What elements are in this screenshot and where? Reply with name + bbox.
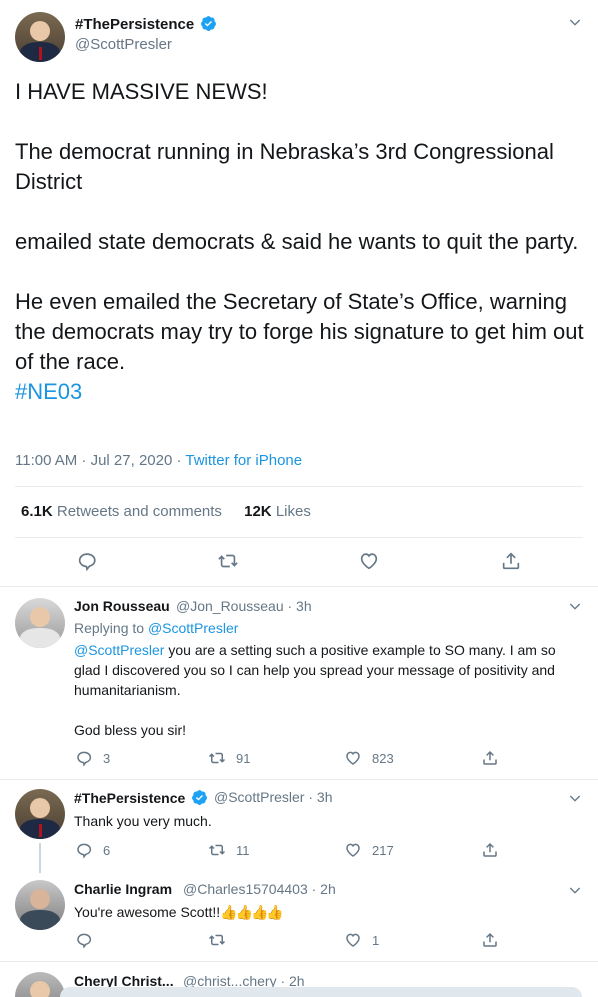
tweet-paragraph: The democrat running in Nebraska’s 3rd C…	[15, 139, 554, 194]
verified-icon	[192, 790, 208, 805]
reply-text: @ScottPresler you are a setting such a p…	[74, 642, 556, 698]
tweet-paragraph: He even emailed the Secretary of State’s…	[15, 289, 584, 374]
avatar[interactable]	[15, 880, 65, 930]
retweet-button[interactable]	[217, 550, 239, 572]
author-handle[interactable]: @ScottPresler	[75, 36, 172, 53]
share-button[interactable]	[481, 931, 499, 949]
chevron-down-icon[interactable]	[567, 882, 583, 898]
reply-icon	[77, 933, 92, 949]
retweet-button[interactable]	[208, 931, 236, 949]
avatar[interactable]	[15, 789, 65, 839]
chevron-down-icon[interactable]	[567, 790, 583, 806]
retweet-icon	[208, 934, 226, 946]
likes-stat[interactable]: 12K Likes	[244, 503, 311, 520]
reply-author-name[interactable]: Jon Rousseau	[74, 598, 170, 614]
retweets-stat[interactable]: 6.1K Retweets and comments	[21, 503, 222, 520]
divider	[0, 961, 598, 962]
tweet-meta: 11:00 AM · Jul 27, 2020 · Twitter for iP…	[15, 452, 302, 469]
like-button[interactable]: 1	[344, 931, 379, 949]
tweet-paragraph: emailed state democrats & said he wants …	[15, 229, 579, 254]
chevron-down-icon[interactable]	[567, 598, 583, 614]
share-button[interactable]	[500, 550, 522, 572]
reply-handle-time[interactable]: @Jon_Rousseau · 3h	[176, 598, 312, 614]
like-icon	[360, 553, 378, 570]
divider	[0, 779, 598, 780]
divider	[15, 537, 583, 538]
retweet-button[interactable]: 91	[208, 749, 250, 767]
reply-handle-time[interactable]: @Charles15704403 · 2h	[183, 881, 336, 897]
like-button[interactable]: 217	[344, 841, 394, 859]
retweet-icon	[208, 844, 226, 856]
author-name-text[interactable]: #ThePersistence	[75, 16, 194, 33]
reply-button[interactable]	[76, 550, 98, 572]
retweet-icon	[218, 554, 238, 568]
reply-text: Thank you very much.	[74, 813, 212, 829]
like-button[interactable]: 823	[344, 749, 394, 767]
like-icon	[346, 751, 360, 765]
reply-button[interactable]: 6	[75, 841, 110, 859]
share-button[interactable]	[481, 841, 499, 859]
reply-icon	[77, 751, 92, 767]
share-button[interactable]	[481, 749, 499, 767]
hashtag-link[interactable]: #NE03	[15, 377, 590, 407]
compose-bar[interactable]	[60, 987, 582, 997]
like-icon	[346, 933, 360, 947]
share-icon	[483, 750, 497, 765]
reply-icon	[77, 843, 92, 859]
author-name[interactable]: #ThePersistence	[75, 15, 217, 33]
tweet-text: I HAVE MASSIVE NEWS! The democrat runnin…	[15, 77, 590, 407]
replying-to-link[interactable]: @ScottPresler	[148, 620, 238, 636]
avatar[interactable]	[15, 12, 65, 62]
reply-author-name[interactable]: Charlie Ingram	[74, 881, 172, 897]
divider	[15, 486, 583, 487]
timestamp[interactable]: 11:00 AM · Jul 27, 2020 ·	[15, 452, 185, 469]
reply-text: God bless you sir!	[74, 722, 187, 738]
reply-author-name[interactable]: #ThePersistence	[74, 789, 208, 806]
like-button[interactable]	[358, 550, 380, 572]
source-link[interactable]: Twitter for iPhone	[185, 452, 302, 469]
share-icon	[483, 842, 497, 857]
like-icon	[346, 843, 360, 857]
avatar[interactable]	[15, 598, 65, 648]
reply-text: You're awesome Scott!!👍👍👍👍	[74, 904, 284, 920]
reply-button[interactable]: 3	[75, 749, 110, 767]
tweet-stats: 6.1K Retweets and comments 12K Likes	[21, 503, 311, 520]
retweet-icon	[208, 752, 226, 764]
replying-to: Replying to @ScottPresler	[74, 620, 239, 636]
tweet-paragraph: I HAVE MASSIVE NEWS!	[15, 79, 268, 104]
share-icon	[483, 932, 497, 947]
verified-icon	[201, 16, 217, 31]
reply-handle-time[interactable]: @ScottPresler · 3h	[214, 789, 332, 805]
reply-icon	[78, 553, 96, 572]
main-tweet: #ThePersistence @ScottPresler I HAVE MAS…	[0, 0, 598, 587]
reply-button[interactable]	[75, 931, 103, 949]
share-icon	[502, 552, 520, 570]
thread-line	[39, 843, 41, 873]
thumbs-up-emoji: 👍👍👍👍	[220, 904, 284, 920]
chevron-down-icon[interactable]	[567, 14, 583, 30]
avatar[interactable]	[15, 972, 65, 997]
retweet-button[interactable]: 11	[208, 841, 250, 859]
mention-link[interactable]: @ScottPresler	[74, 642, 164, 658]
